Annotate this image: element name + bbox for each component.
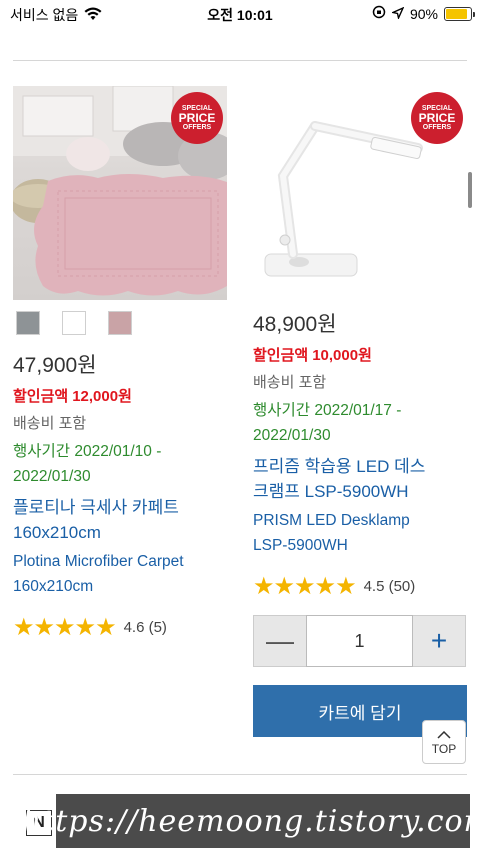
quantity-stepper: — 1 + [253, 615, 466, 667]
period-line1: 행사기간 2022/01/10 - [13, 443, 162, 460]
shipping-info: 배송비 포함 [253, 374, 327, 391]
title-en-line2[interactable]: LSP-5900WH [253, 533, 468, 558]
swatch-white[interactable] [62, 311, 86, 335]
title-ko-line1[interactable]: 플로티나 극세사 카페트 [13, 495, 231, 520]
period-line2: 2022/01/30 [253, 427, 331, 444]
scrollbar-thumb[interactable] [468, 172, 472, 208]
badge-line2: PRICE [418, 111, 456, 125]
quantity-minus-button[interactable]: — [254, 616, 306, 666]
product-card-carpet[interactable]: SPECIAL PRICE OFFERS 47,900원 할인금액 12,000원… [13, 86, 231, 642]
title-ko-line1[interactable]: 프리즘 학습용 LED 데스 [253, 454, 468, 479]
promotion-period: 행사기간 2022/01/10 - 2022/01/30 [13, 439, 231, 489]
product-title-ko[interactable]: 플로티나 극세사 카페트 160x210cm [13, 495, 231, 545]
orientation-lock-icon [372, 5, 386, 22]
product-price: 47,900원 [13, 354, 97, 377]
divider-top [13, 60, 467, 61]
quantity-input[interactable]: 1 [306, 615, 413, 667]
title-en-line2[interactable]: 160x210cm [13, 574, 231, 599]
product-title-en[interactable]: PRISM LED Desklamp LSP-5900WH [253, 508, 468, 558]
status-bar: 서비스 없음 오전 10:01 90% [0, 0, 480, 28]
discount-value: 12,000원 [72, 388, 132, 405]
product-price: 48,900원 [253, 313, 337, 336]
rating-text: 4.6 (5) [123, 619, 167, 636]
rating-text: 4.5 (50) [363, 578, 416, 595]
product-rating[interactable]: ★★★★★ 4.5 (50) [253, 572, 468, 601]
rating-stars: ★★★★★ [13, 614, 117, 641]
divider-bottom [13, 774, 467, 775]
product-rating[interactable]: ★★★★★ 4.6 (5) [13, 613, 231, 642]
swatch-pink[interactable] [108, 311, 132, 335]
chevron-up-icon [437, 728, 451, 742]
swatch-gray[interactable] [16, 311, 40, 335]
promotion-period: 행사기간 2022/01/17 - 2022/01/30 [253, 398, 468, 448]
period-line2: 2022/01/30 [13, 468, 91, 485]
battery-icon [444, 6, 475, 21]
badge-line3: OFFERS [422, 124, 452, 131]
top-label: TOP [431, 742, 457, 756]
product-title-en[interactable]: Plotina Microfiber Carpet 160x210cm [13, 549, 231, 599]
product-card-desklamp[interactable]: SPECIAL PRICE OFFERS 48,900원 할인금액 10,000원… [253, 86, 468, 737]
badge-line2: PRICE [178, 111, 216, 125]
color-swatches [16, 311, 231, 335]
discount-value: 10,000원 [312, 347, 372, 364]
discount-amount: 할인금액 12,000원 [13, 385, 231, 406]
status-right: 90% [372, 5, 475, 22]
discount-amount: 할인금액 10,000원 [253, 344, 468, 365]
browser-toolbar: N ‹ › https://heemoong.tistory.com/ [0, 794, 480, 854]
rating-stars: ★★★★★ [253, 573, 357, 600]
product-image-desklamp[interactable]: SPECIAL PRICE OFFERS [253, 86, 467, 308]
special-price-badge: SPECIAL PRICE OFFERS [171, 92, 223, 144]
quantity-plus-button[interactable]: + [413, 616, 465, 666]
shipping-info: 배송비 포함 [13, 415, 87, 432]
title-en-line1[interactable]: PRISM LED Desklamp [253, 508, 468, 533]
badge-line3: OFFERS [182, 124, 212, 131]
product-image-carpet[interactable]: SPECIAL PRICE OFFERS [13, 86, 227, 300]
watermark-url: https://heemoong.tistory.com/ [22, 794, 480, 848]
period-line1: 행사기간 2022/01/17 - [253, 402, 402, 419]
location-icon [390, 6, 405, 22]
scroll-to-top-button[interactable]: TOP [422, 720, 466, 764]
title-en-line1[interactable]: Plotina Microfiber Carpet [13, 549, 231, 574]
special-price-badge: SPECIAL PRICE OFFERS [411, 92, 463, 144]
title-ko-line2[interactable]: 160x210cm [13, 520, 231, 545]
product-title-ko[interactable]: 프리즘 학습용 LED 데스 크램프 LSP-5900WH [253, 454, 468, 504]
battery-percent: 90% [409, 5, 438, 22]
discount-label: 할인금액 [253, 347, 309, 364]
title-ko-line2[interactable]: 크램프 LSP-5900WH [253, 479, 468, 504]
discount-label: 할인금액 [13, 388, 69, 405]
